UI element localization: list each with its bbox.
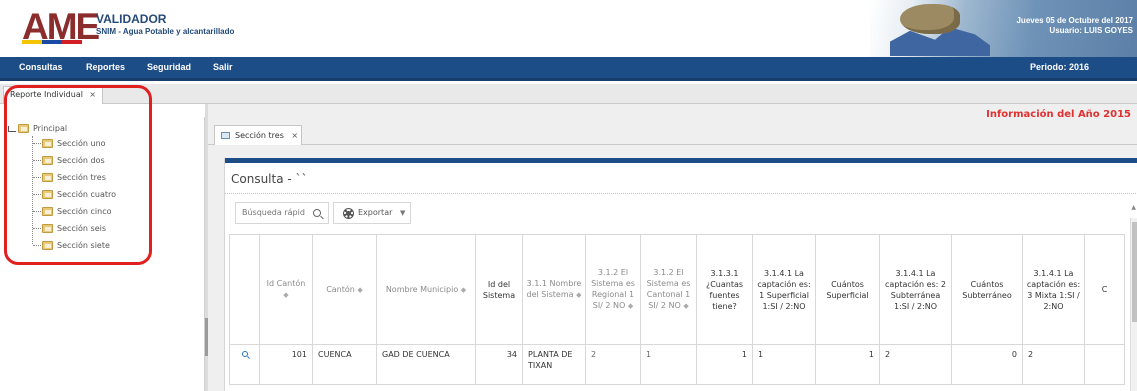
col-header-subterranea[interactable]: 3.1.4.1 La captación es: 2 Subterránea 1… xyxy=(879,234,952,345)
header-banner: Jueves 05 de Octubre del 2017 Usuario: L… xyxy=(870,0,1137,57)
cell-cuantos-subterraneo: 0 xyxy=(951,344,1023,385)
col-header-canton[interactable]: Cantón ◆ xyxy=(312,234,377,345)
tab-page-icon xyxy=(221,132,230,139)
col-header-cantonal[interactable]: 3.1.2 El Sistema es Cantonal 1 SI/ 2 NO … xyxy=(640,234,697,345)
cell-cuantos-superficial: 1 xyxy=(815,344,880,385)
close-icon[interactable]: × xyxy=(291,131,298,140)
divider xyxy=(225,193,1137,194)
highlight-annotation xyxy=(4,85,152,265)
nav-salir[interactable]: Salir xyxy=(213,62,233,72)
outer-tabbar xyxy=(0,84,1137,104)
col-header-cuantos-subterraneo[interactable]: Cuántos Subterráneo xyxy=(951,234,1023,345)
col-header-mixta[interactable]: 3.1.4.1 La captación es: 3 Mixta 1:SI / … xyxy=(1022,234,1085,345)
current-user: Usuario: LUIS GOYES xyxy=(1049,26,1133,35)
cell-superficial: 1 xyxy=(752,344,816,385)
col-header-label: Id Cantón xyxy=(266,279,306,288)
tab-seccion-tres[interactable]: Sección tres × xyxy=(214,125,302,145)
sort-icon[interactable]: ◆ xyxy=(576,291,581,299)
quick-search-box[interactable] xyxy=(235,202,329,224)
banner-iguana-image xyxy=(900,4,960,34)
gear-icon xyxy=(344,209,353,218)
inner-tabbar: Sección tres × xyxy=(208,123,1137,145)
cell-id-canton: 101 xyxy=(259,344,313,385)
main-navbar: Consultas Reportes Seguridad Salir Perio… xyxy=(0,57,1137,81)
inner-tab-label: Sección tres xyxy=(235,131,284,140)
col-header-label: 3.1.1 Nombre del Sistema xyxy=(526,279,582,299)
nav-consultas[interactable]: Consultas xyxy=(19,62,63,72)
sort-icon[interactable]: ◆ xyxy=(283,291,288,299)
col-header-label: Nombre Municipio xyxy=(385,284,459,294)
consulta-panel: Consulta - `` Exportar ▼ xyxy=(224,158,1137,391)
export-button[interactable]: Exportar ▼ xyxy=(333,202,411,224)
col-header-regional[interactable]: 3.1.2 El Sistema es Regional 1 SI/ 2 NO … xyxy=(585,234,641,345)
logo-flag-stripe xyxy=(22,40,82,44)
sort-icon[interactable]: ◆ xyxy=(461,286,466,294)
cell-subterranea: 2 xyxy=(879,344,952,385)
chevron-down-icon: ▼ xyxy=(399,209,406,217)
cell-truncated xyxy=(1084,344,1125,385)
header: AME VALIDADOR SNIM - Agua Potable y alca… xyxy=(0,0,1137,57)
cell-cantonal: 1 xyxy=(640,344,697,385)
export-label: Exportar xyxy=(358,208,393,217)
main-content: Información del Año 2015 Sección tres × … xyxy=(208,104,1137,391)
results-table: Id Cantón ◆ Cantón ◆ Nombre Municipio ◆ … xyxy=(229,234,1125,385)
nav-seguridad[interactable]: Seguridad xyxy=(147,62,191,72)
periodo-label: Periodo: 2016 xyxy=(1030,62,1090,72)
col-header-cuantos-superficial[interactable]: Cuántos Superficial xyxy=(815,234,880,345)
app-title: VALIDADOR xyxy=(96,12,167,26)
consulta-title: Consulta - `` xyxy=(231,172,308,186)
search-icon[interactable] xyxy=(313,209,321,217)
col-header-id-sistema[interactable]: Id del Sistema xyxy=(475,234,523,345)
sort-icon[interactable]: ◆ xyxy=(628,302,633,310)
cell-regional: 2 xyxy=(585,344,641,385)
sort-icon[interactable]: ◆ xyxy=(683,302,688,310)
col-header-truncated[interactable]: C xyxy=(1084,234,1125,345)
table-header-row: Id Cantón ◆ Cantón ◆ Nombre Municipio ◆ … xyxy=(229,234,1125,345)
col-header-label: Cantón xyxy=(326,284,355,294)
vertical-scrollbar[interactable] xyxy=(1130,218,1137,391)
current-date: Jueves 05 de Octubre del 2017 xyxy=(1016,16,1133,25)
row-action-cell[interactable] xyxy=(229,344,260,385)
app-subtitle: SNIM - Agua Potable y alcantarillado xyxy=(96,27,235,36)
sort-icon[interactable]: ◆ xyxy=(357,286,362,294)
info-year-label: Información del Año 2015 xyxy=(986,109,1131,120)
search-input[interactable] xyxy=(242,208,308,217)
col-header-id-canton[interactable]: Id Cantón ◆ xyxy=(259,234,313,345)
nav-reportes[interactable]: Reportes xyxy=(86,62,125,72)
cell-nombre-municipio: GAD DE CUENCA xyxy=(376,344,476,385)
panel-accent-bar xyxy=(225,158,1137,163)
cell-cuantas-fuentes: 1 xyxy=(696,344,753,385)
col-header-cuantas-fuentes[interactable]: 3.1.3.1 ¿Cuantas fuentes tiene? xyxy=(696,234,753,345)
app-root: AME VALIDADOR SNIM - Agua Potable y alca… xyxy=(0,0,1137,391)
col-header-nombre-sistema[interactable]: 3.1.1 Nombre del Sistema ◆ xyxy=(522,234,586,345)
col-header-action xyxy=(229,234,260,345)
scrollbar-thumb[interactable] xyxy=(1132,222,1137,322)
table-row[interactable]: 101 CUENCA GAD DE CUENCA 34 PLANTA DE TI… xyxy=(229,344,1125,385)
view-detail-icon[interactable] xyxy=(241,351,248,357)
cell-nombre-sistema: PLANTA DE TIXAN xyxy=(522,344,586,385)
col-header-nombre-municipio[interactable]: Nombre Municipio ◆ xyxy=(376,234,476,345)
cell-canton: CUENCA xyxy=(312,344,377,385)
scroll-up-icon[interactable]: ▲ xyxy=(1131,204,1136,211)
results-table-wrap: Id Cantón ◆ Cantón ◆ Nombre Municipio ◆ … xyxy=(229,234,1137,391)
cell-id-sistema: 34 xyxy=(475,344,523,385)
cell-mixta: 2 xyxy=(1022,344,1085,385)
col-header-superficial[interactable]: 3.1.4.1 La captación es: 1 Superficial 1… xyxy=(752,234,816,345)
